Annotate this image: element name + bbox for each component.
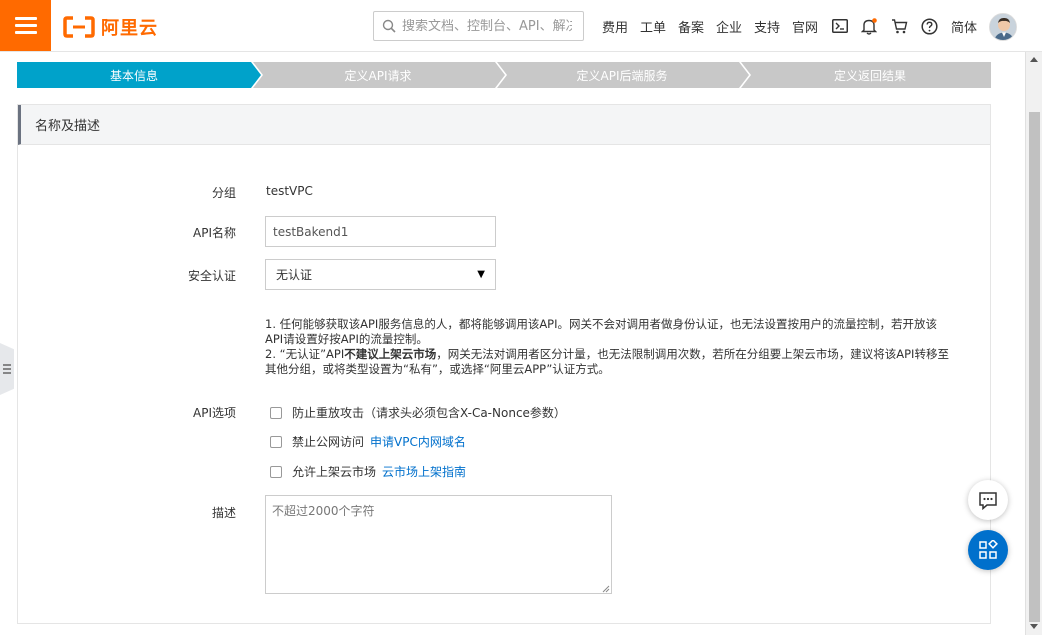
nav-enterprise[interactable]: 企业 — [716, 0, 742, 52]
name-description-panel: 名称及描述 分组 testVPC API名称 安全认证 无认证 ▼ 1. 任何能… — [17, 104, 991, 624]
apply-vpc-domain-link[interactable]: 申请VPC内网域名 — [370, 433, 466, 450]
step-indicator: 基本信息 定义API请求 定义API后端服务 定义返回结果 — [17, 62, 991, 88]
allow-market-checkbox[interactable] — [270, 465, 282, 478]
group-label: 分组 — [211, 186, 236, 200]
apps-button[interactable] — [968, 530, 1008, 570]
auth-note: 1. 任何能够获取该API服务信息的人，都将能够调用该API。网关不会对调用者做… — [265, 317, 955, 377]
disable-public-checkbox[interactable] — [270, 435, 282, 448]
panel-title: 名称及描述 — [18, 105, 990, 145]
api-name-input[interactable] — [265, 216, 496, 247]
description-label: 描述 — [211, 506, 236, 520]
bell-icon[interactable] — [859, 16, 879, 36]
step-define-response[interactable]: 定义返回结果 — [749, 62, 991, 88]
market-guide-link[interactable]: 云市场上架指南 — [382, 463, 466, 480]
language-switch[interactable]: 简体 — [951, 0, 977, 52]
brand-name: 阿里云 — [101, 18, 158, 39]
side-drawer-tab[interactable] — [0, 343, 14, 395]
chat-button[interactable] — [968, 480, 1008, 520]
description-textarea[interactable] — [265, 495, 612, 594]
scrollbar-thumb[interactable] — [1029, 112, 1040, 622]
nav-support[interactable]: 支持 — [754, 0, 780, 52]
auth-select-value: 无认证 — [276, 268, 313, 282]
menu-button[interactable] — [0, 0, 51, 51]
api-options-label: API选项 — [193, 406, 236, 420]
scroll-up-icon[interactable] — [1030, 57, 1038, 62]
list-icon — [3, 364, 11, 374]
nav-official-site[interactable]: 官网 — [792, 0, 818, 52]
auth-select[interactable]: 无认证 ▼ — [265, 259, 496, 290]
cart-icon[interactable] — [889, 16, 909, 36]
hamburger-icon — [14, 13, 37, 38]
replay-protection-checkbox[interactable] — [270, 406, 282, 419]
search-box[interactable] — [373, 11, 584, 41]
search-input[interactable] — [402, 18, 572, 34]
option-replay-protection[interactable]: 防止重放攻击（请求头必须包含X-Ca-Nonce参数） — [270, 404, 566, 421]
vertical-scrollbar[interactable] — [1025, 52, 1042, 635]
avatar[interactable] — [989, 13, 1017, 41]
step-define-backend[interactable]: 定义API后端服务 — [505, 62, 739, 88]
dropdown-arrow-icon: ▼ — [477, 269, 485, 280]
option-allow-market[interactable]: 允许上架云市场 云市场上架指南 — [270, 463, 466, 480]
group-value: testVPC — [266, 184, 313, 198]
option-disable-public[interactable]: 禁止公网访问 申请VPC内网域名 — [270, 433, 466, 450]
step-define-request[interactable]: 定义API请求 — [261, 62, 495, 88]
auth-note-line1: 1. 任何能够获取该API服务信息的人，都将能够调用该API。网关不会对调用者做… — [265, 317, 938, 346]
nav-ticket[interactable]: 工单 — [640, 0, 666, 52]
chat-icon — [979, 491, 997, 510]
api-name-label: API名称 — [193, 226, 236, 240]
auth-note-line2: 2. “无认证”API不建议上架云市场，网关无法对调用者区分计量，也无法限制调用… — [265, 347, 949, 376]
resize-grip-icon[interactable] — [602, 585, 610, 593]
apps-grid-icon — [979, 540, 998, 559]
terminal-icon[interactable] — [830, 16, 850, 36]
search-icon — [382, 19, 396, 33]
aliyun-logo-icon — [63, 16, 95, 38]
user-avatar-icon — [990, 14, 1016, 40]
step-basic-info[interactable]: 基本信息 — [17, 62, 251, 88]
scroll-down-icon[interactable] — [1030, 624, 1038, 629]
help-icon[interactable] — [919, 16, 939, 36]
nav-fee[interactable]: 费用 — [602, 0, 628, 52]
aliyun-logo[interactable]: 阿里云 — [63, 14, 158, 40]
auth-label: 安全认证 — [187, 269, 236, 283]
top-bar: 阿里云 费用 工单 备案 企业 支持 官网 简体 — [0, 0, 1042, 52]
nav-beian[interactable]: 备案 — [678, 0, 704, 52]
